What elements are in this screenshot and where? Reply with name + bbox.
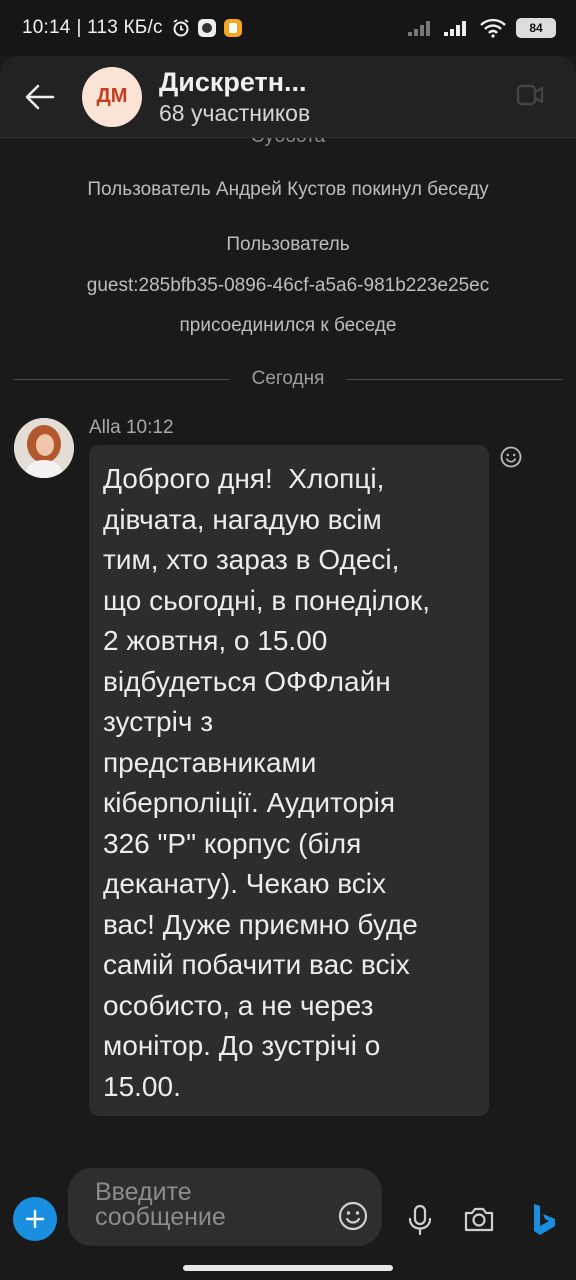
system-message: Пользователь Андрей Кустов покинул бесед… bbox=[87, 179, 489, 200]
day-label-previous: Суббота bbox=[0, 138, 576, 148]
message-input-placeholder: Введите сообщение bbox=[95, 1178, 226, 1231]
bing-icon bbox=[534, 1204, 555, 1235]
microphone-icon bbox=[408, 1204, 432, 1236]
battery-icon: 84 bbox=[516, 18, 556, 38]
network-speed: | 113 КБ/с bbox=[76, 17, 163, 38]
system-message: Пользователь bbox=[226, 234, 350, 255]
message-bubble[interactable]: Доброго дня! Хлопці, дівчата, нагадую вс… bbox=[89, 445, 489, 1116]
arrow-left-icon bbox=[25, 84, 55, 109]
wifi-icon bbox=[480, 18, 506, 38]
signal-icon bbox=[444, 21, 466, 36]
status-notification-icons bbox=[171, 18, 243, 38]
plus-icon bbox=[25, 1209, 45, 1229]
group-avatar[interactable]: ДМ bbox=[82, 66, 142, 127]
user-photo-icon bbox=[14, 418, 74, 478]
message-text: Доброго дня! Хлопці, дівчата, нагадую вс… bbox=[103, 463, 430, 1102]
smiley-icon bbox=[338, 1201, 368, 1231]
divider-line bbox=[346, 378, 563, 380]
camera-icon bbox=[464, 1207, 494, 1232]
avatar[interactable] bbox=[14, 418, 74, 478]
video-call-button[interactable] bbox=[516, 82, 544, 113]
add-reaction-button[interactable] bbox=[500, 446, 522, 473]
alarm-icon bbox=[173, 19, 189, 37]
day-divider: Сегодня bbox=[14, 368, 563, 390]
system-message: присоединился к беседе bbox=[179, 315, 397, 336]
emoji-button[interactable] bbox=[338, 1201, 368, 1236]
chat-header: ДМ Дискретн... 68 участников bbox=[0, 56, 576, 138]
camera-button[interactable] bbox=[463, 1205, 495, 1238]
smiley-icon bbox=[500, 446, 522, 468]
home-indicator[interactable] bbox=[183, 1265, 393, 1271]
add-attachment-button[interactable] bbox=[13, 1197, 57, 1241]
chat-title: Дискретн... bbox=[159, 66, 307, 97]
back-button[interactable] bbox=[0, 56, 80, 138]
message-author: Alla bbox=[89, 417, 121, 438]
video-camera-icon bbox=[516, 84, 544, 106]
system-message: guest:285bfb35-0896-46cf-a5a6-981b223e25… bbox=[86, 275, 490, 296]
participants-count: 68 участников bbox=[159, 99, 311, 126]
composer: Введите сообщение bbox=[0, 1160, 576, 1280]
message-input[interactable]: Введите сообщение bbox=[68, 1168, 382, 1246]
status-bar: 10:14 | 113 КБ/с 84 bbox=[0, 0, 576, 56]
chat-title-block[interactable]: Дискретн... 68 участников bbox=[159, 66, 310, 128]
message-list[interactable]: Суббота Пользователь Андрей Кустов покин… bbox=[0, 138, 576, 1160]
app-notification-icon bbox=[197, 19, 216, 37]
message-meta: Alla 10:12 bbox=[89, 417, 174, 439]
day-divider-label: Сегодня bbox=[251, 368, 325, 389]
status-time: 10:14 bbox=[22, 17, 71, 38]
signal-icon bbox=[408, 21, 430, 36]
status-right: 84 bbox=[408, 18, 556, 38]
app-notification-icon bbox=[223, 19, 242, 37]
message-time: 10:12 bbox=[125, 417, 174, 438]
bing-button[interactable] bbox=[531, 1202, 557, 1241]
divider-line bbox=[14, 378, 230, 380]
voice-message-button[interactable] bbox=[406, 1204, 434, 1241]
